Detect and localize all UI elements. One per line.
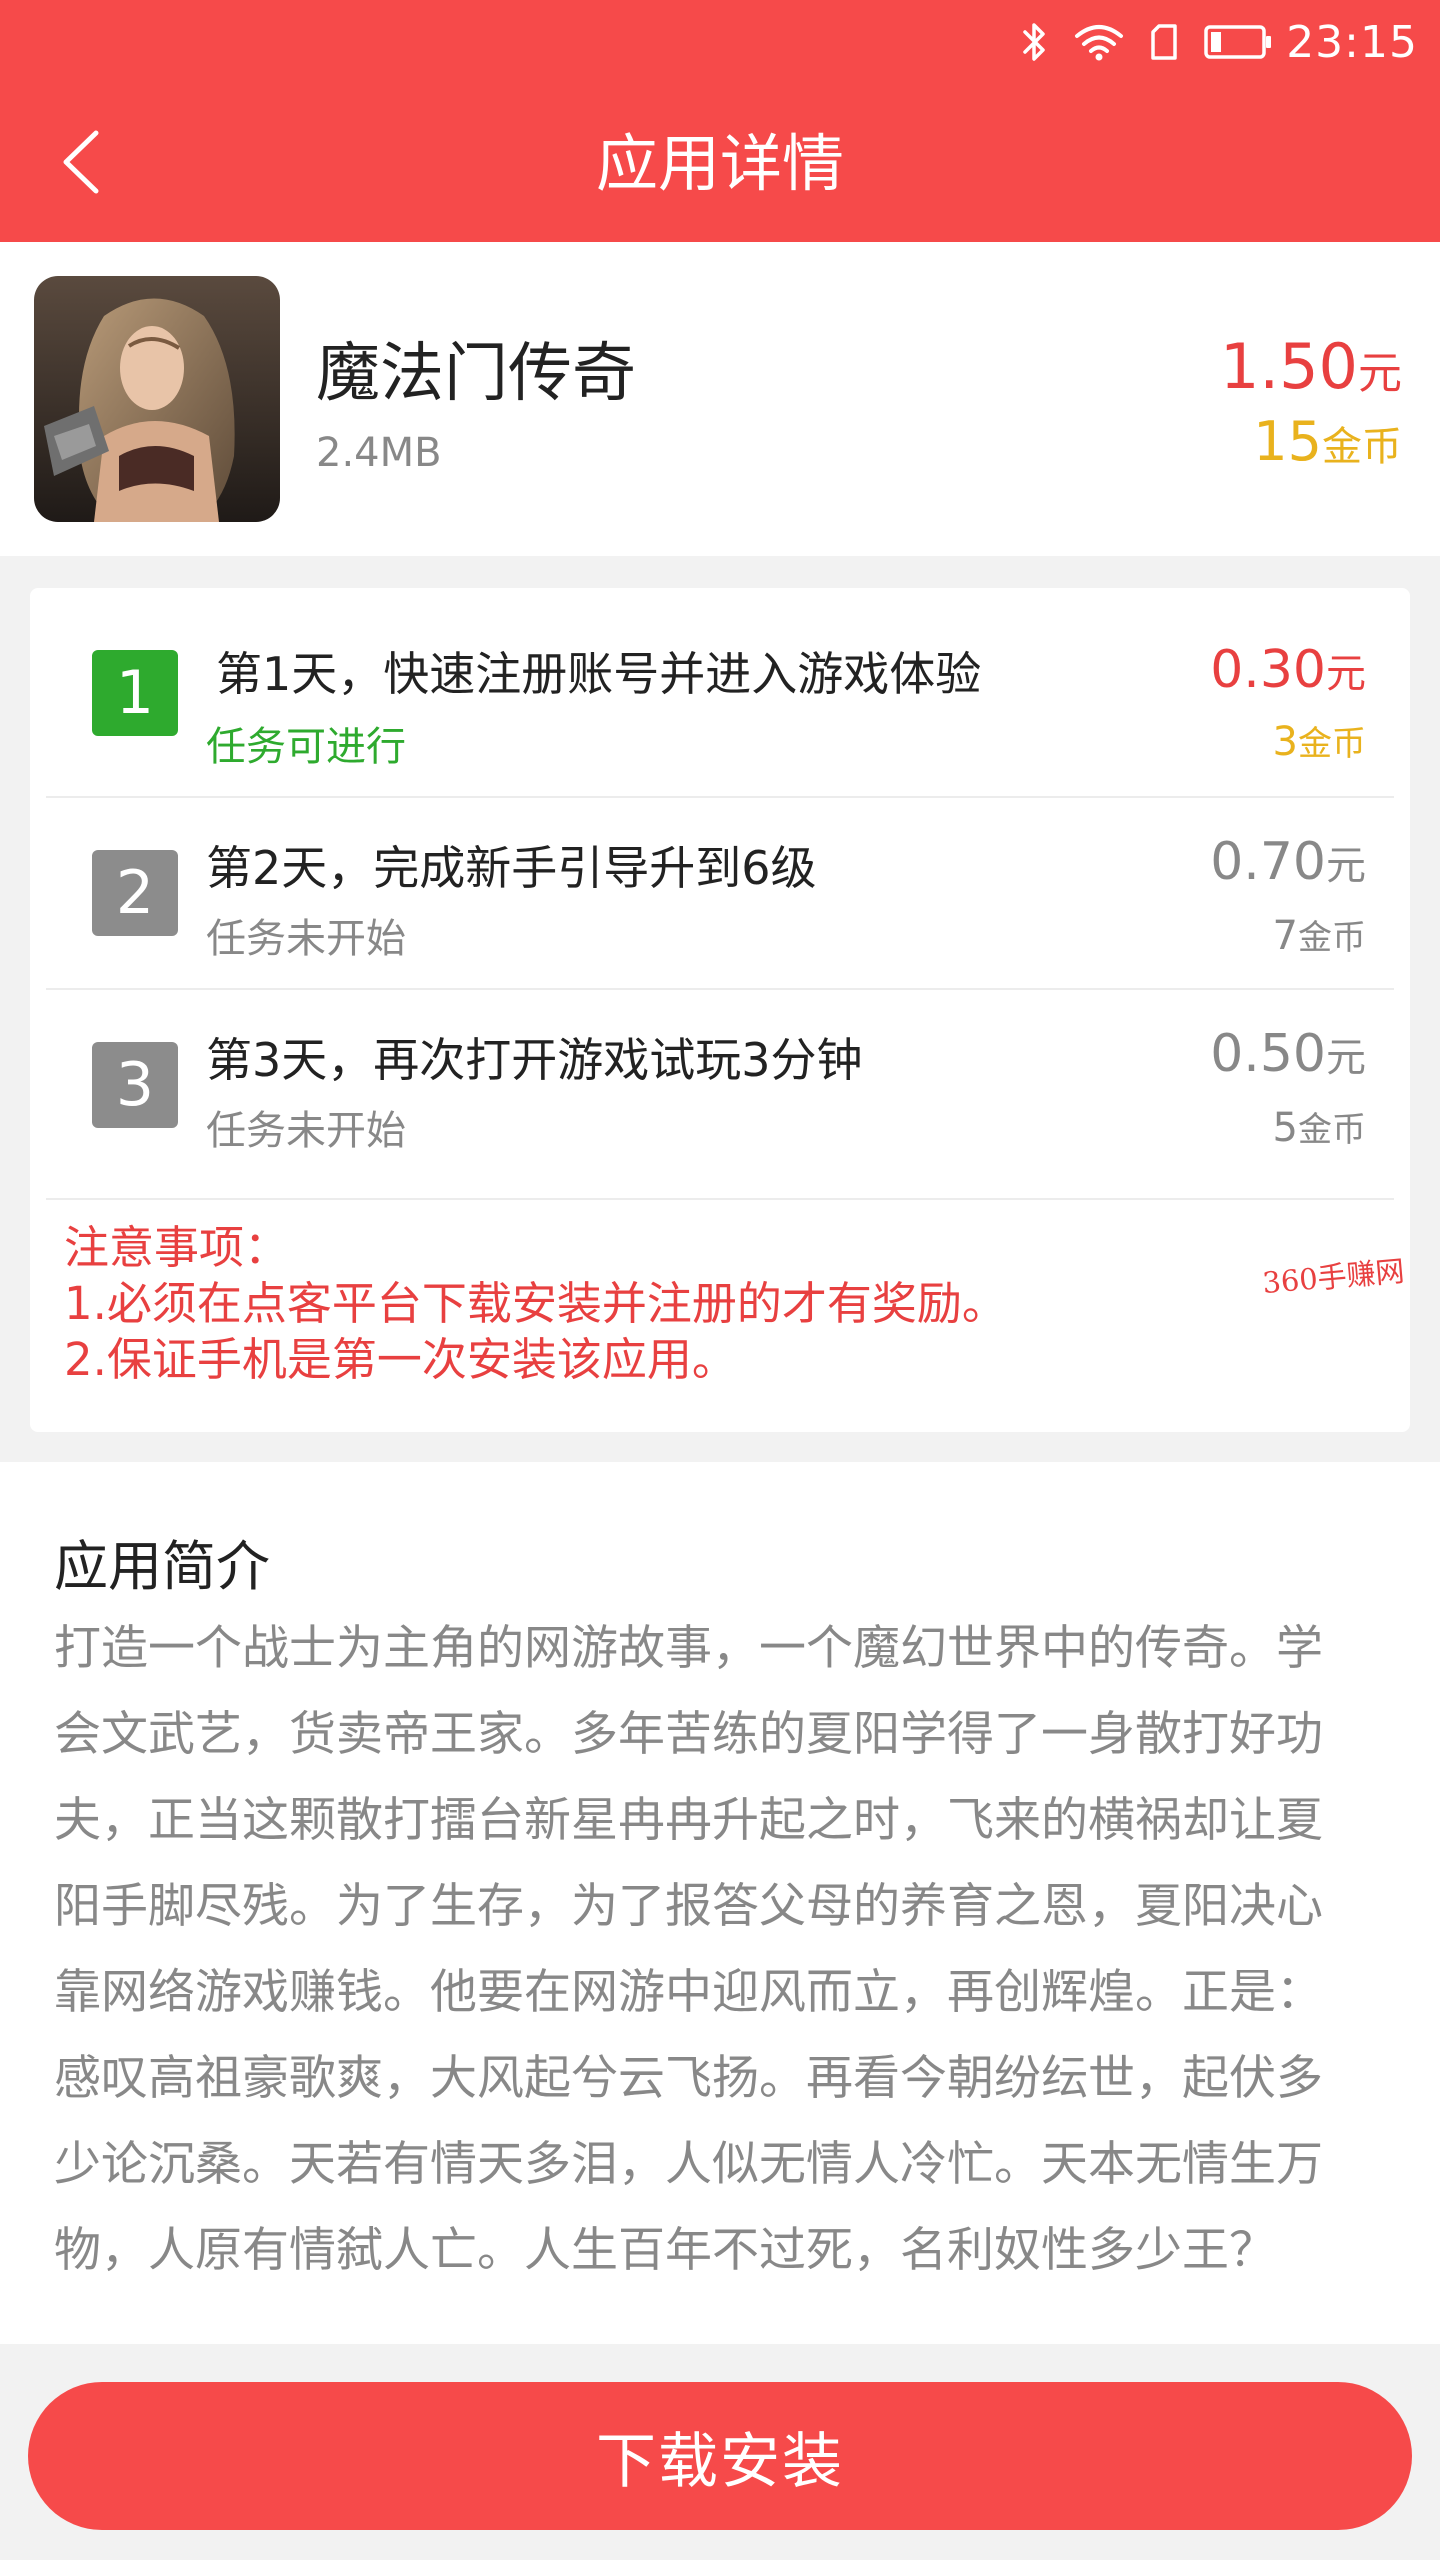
app-size: 2.4MB	[316, 430, 442, 476]
task-coins-unit: 金币	[1298, 724, 1366, 764]
task-price-unit: 元	[1326, 651, 1366, 697]
intro-title: 应用简介	[54, 1535, 270, 1598]
app-coins-value: 15	[1253, 410, 1322, 473]
app-price: 1.50元	[1220, 330, 1402, 403]
sim-icon	[1150, 23, 1178, 61]
task-index-badge: 3	[92, 1042, 178, 1128]
watermark: 360手赚网	[1260, 1253, 1406, 1301]
app-coins: 15金币	[1253, 410, 1402, 473]
task-price-unit: 元	[1326, 843, 1366, 889]
task-coins-unit: 金币	[1298, 1110, 1366, 1150]
wifi-icon	[1074, 23, 1124, 61]
task-coins-unit: 金币	[1298, 918, 1366, 958]
task-price-value: 0.70	[1210, 832, 1326, 892]
task-index-badge: 2	[92, 850, 178, 936]
app-price-unit: 元	[1358, 348, 1402, 399]
intro-line: 打造一个战士为主角的网游故事，一个魔幻世界中的传奇。学	[54, 1621, 1323, 1676]
task-price-value: 0.30	[1210, 640, 1326, 700]
status-bar: 23:15	[0, 0, 1440, 84]
task-reward-price: 0.70元	[1210, 832, 1366, 892]
task-reward-price: 0.50元	[1210, 1024, 1366, 1084]
page-title: 应用详情	[595, 127, 844, 200]
task-coins-value: 5	[1272, 1105, 1298, 1151]
task-status: 任务未开始	[206, 916, 406, 962]
intro-line: 少论沉桑。天若有情天多泪，人似无情人冷忙。天本无情生万	[54, 2137, 1323, 2192]
intro-line: 会文武艺，货卖帝王家。多年苦练的夏阳学得了一身散打好功	[54, 1707, 1323, 1762]
task-title: 第1天，快速注册账号并进入游戏体验	[216, 647, 982, 701]
divider	[46, 1198, 1394, 1200]
notes-section: 注意事项： 1.必须在点客平台下载安装并注册的才有奖励。 2.保证手机是第一次安…	[64, 1220, 1007, 1388]
task-row-2[interactable]: 2 第2天，完成新手引导升到6级 任务未开始 0.70元 7金币	[30, 796, 1410, 988]
task-reward-price: 0.30元	[1210, 640, 1366, 700]
app-header: 23:15 应用详情	[0, 0, 1440, 242]
app-info-card: 魔法门传奇 2.4MB 1.50元 15金币	[0, 242, 1440, 556]
nav-bar: 应用详情	[0, 84, 1440, 242]
app-price-value: 1.50	[1219, 330, 1358, 403]
task-coins-value: 3	[1272, 719, 1298, 765]
task-reward-coins: 7金币	[1273, 910, 1366, 959]
task-status: 任务未开始	[206, 1108, 406, 1154]
task-price-value: 0.50	[1210, 1024, 1326, 1084]
app-intro-section: 应用简介 打造一个战士为主角的网游故事，一个魔幻世界中的传奇。学 会文武艺，货卖…	[0, 1462, 1440, 2344]
task-price-unit: 元	[1326, 1035, 1366, 1081]
status-time: 23:15	[1286, 16, 1418, 68]
bluetooth-icon	[1022, 21, 1048, 63]
app-icon	[34, 276, 280, 522]
task-list-card: 1 第1天，快速注册账号并进入游戏体验 任务可进行 0.30元 3金币 2 第2…	[30, 588, 1410, 1432]
download-install-button[interactable]: 下载安装	[28, 2382, 1412, 2530]
task-status: 任务可进行	[206, 724, 406, 770]
intro-body: 打造一个战士为主角的网游故事，一个魔幻世界中的传奇。学 会文武艺，货卖帝王家。多…	[54, 1606, 1394, 2294]
intro-line: 夫，正当这颗散打擂台新星冉冉升起之时，飞来的横祸却让夏	[54, 1793, 1323, 1848]
intro-line: 阳手脚尽残。为了生存，为了报答父母的养育之恩，夏阳决心	[54, 1879, 1323, 1934]
battery-icon	[1204, 24, 1272, 60]
task-coins-value: 7	[1272, 913, 1298, 959]
notes-line-1: 1.必须在点客平台下载安装并注册的才有奖励。	[64, 1277, 1007, 1330]
intro-line: 感叹高祖豪歌爽，大风起兮云飞扬。再看今朝纷纭世，起伏多	[54, 2051, 1323, 2106]
task-reward-coins: 5金币	[1273, 1102, 1366, 1151]
task-title: 第2天，完成新手引导升到6级	[206, 841, 817, 895]
app-name: 魔法门传奇	[316, 337, 636, 411]
task-title: 第3天，再次打开游戏试玩3分钟	[206, 1033, 863, 1087]
intro-line: 物，人原有情弑人亡。人生百年不过死，名利奴性多少王？	[54, 2223, 1276, 2278]
task-reward-coins: 3金币	[1273, 716, 1366, 765]
task-index-badge: 1	[92, 650, 178, 736]
app-coins-unit: 金币	[1322, 424, 1402, 470]
task-row-1[interactable]: 1 第1天，快速注册账号并进入游戏体验 任务可进行 0.30元 3金币	[30, 588, 1410, 796]
intro-line: 靠网络游戏赚钱。他要在网游中迎风而立，再创辉煌。正是：	[54, 1965, 1323, 2020]
notes-heading: 注意事项：	[64, 1221, 290, 1274]
notes-line-2: 2.保证手机是第一次安装该应用。	[64, 1333, 737, 1386]
task-row-3[interactable]: 3 第3天，再次打开游戏试玩3分钟 任务未开始 0.50元 5金币	[30, 988, 1410, 1200]
